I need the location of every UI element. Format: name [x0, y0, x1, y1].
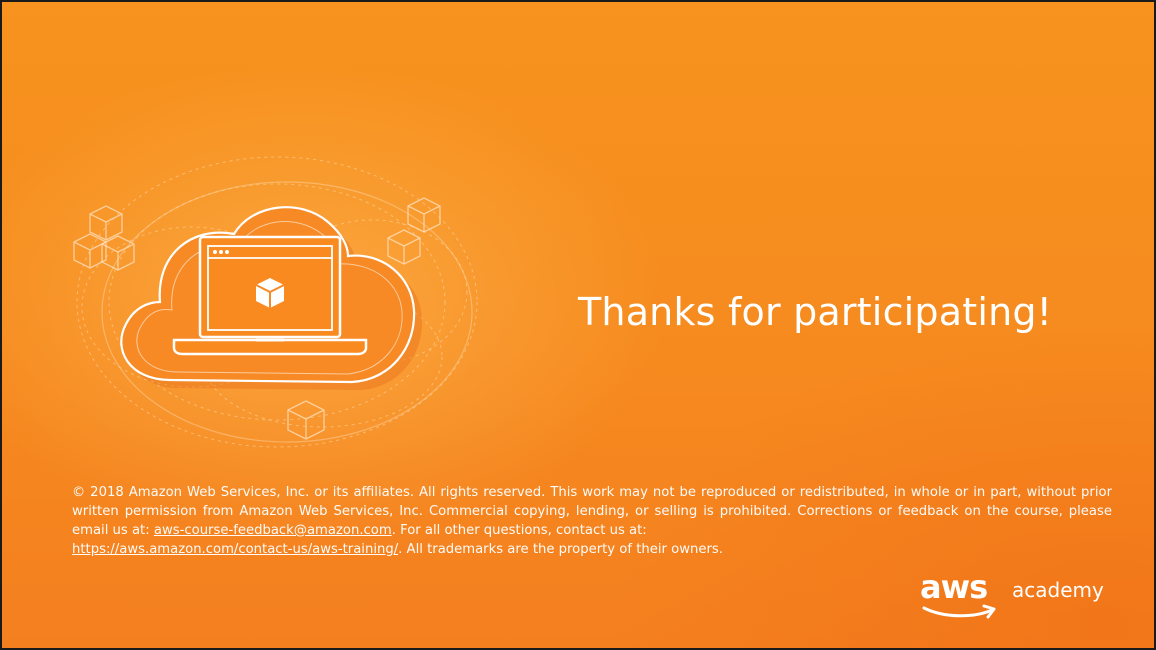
laptop-icon	[172, 235, 368, 356]
copyright-notice: © 2018 Amazon Web Services, Inc. or its …	[72, 483, 1112, 559]
aws-smile-icon	[922, 604, 996, 619]
copyright-text-contact: . For all other questions, contact us at…	[391, 523, 647, 538]
slide: Thanks for participating! © 2018 Amazon …	[0, 0, 1156, 650]
trademark-text: . All trademarks are the property of the…	[398, 542, 723, 557]
aws-wordmark: aws	[920, 568, 988, 606]
cloud-laptop-icon	[73, 156, 478, 448]
copyright-last-line: https://aws.amazon.com/contact-us/aws-tr…	[72, 540, 1112, 559]
aws-academy-logo: aws academy	[920, 568, 1120, 628]
academy-label: academy	[1012, 578, 1104, 602]
slide-title: Thanks for participating!	[578, 290, 1053, 334]
feedback-email-link[interactable]: aws-course-feedback@amazon.com	[154, 523, 392, 538]
contact-url-link[interactable]: https://aws.amazon.com/contact-us/aws-tr…	[72, 542, 398, 557]
